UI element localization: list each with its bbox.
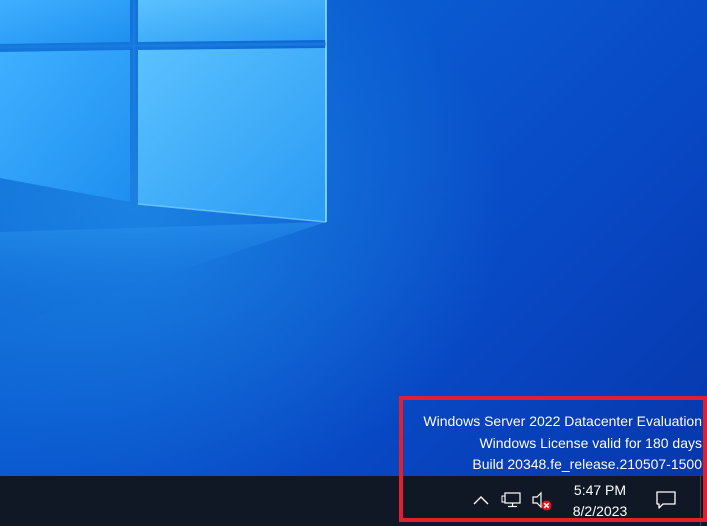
show-hidden-icons-button[interactable]	[471, 490, 491, 510]
watermark-license: Windows License valid for 180 days	[479, 434, 702, 451]
desktop[interactable]: Windows Server 2022 Datacenter Evaluatio…	[0, 0, 707, 526]
volume-button[interactable]	[530, 490, 554, 512]
watermark-edition: Windows Server 2022 Datacenter Evaluatio…	[423, 413, 702, 429]
action-center-button[interactable]	[654, 489, 678, 511]
logo-pane-bottom-left	[0, 50, 130, 202]
notification-icon	[656, 491, 676, 509]
windows-evaluation-watermark: Windows Server 2022 Datacenter Evaluatio…	[423, 411, 702, 476]
network-icon	[501, 492, 521, 508]
windows-logo-wallpaper	[0, 0, 327, 330]
volume-muted-icon	[532, 491, 552, 511]
clock-date: 8/2/2023	[572, 503, 628, 519]
clock[interactable]: 5:47 PM 8/2/2023	[562, 480, 638, 522]
show-desktop-button[interactable]	[700, 476, 707, 526]
logo-pane-bottom-right	[138, 48, 326, 222]
logo-pane-top-left	[0, 0, 130, 44]
watermark-build: Build 20348.fe_release.210507-1500	[472, 456, 702, 472]
chevron-up-icon	[473, 496, 489, 505]
light-beam	[0, 222, 326, 330]
network-button[interactable]	[501, 490, 523, 510]
clock-time: 5:47 PM	[573, 482, 627, 498]
logo-pane-top-right	[138, 0, 326, 42]
